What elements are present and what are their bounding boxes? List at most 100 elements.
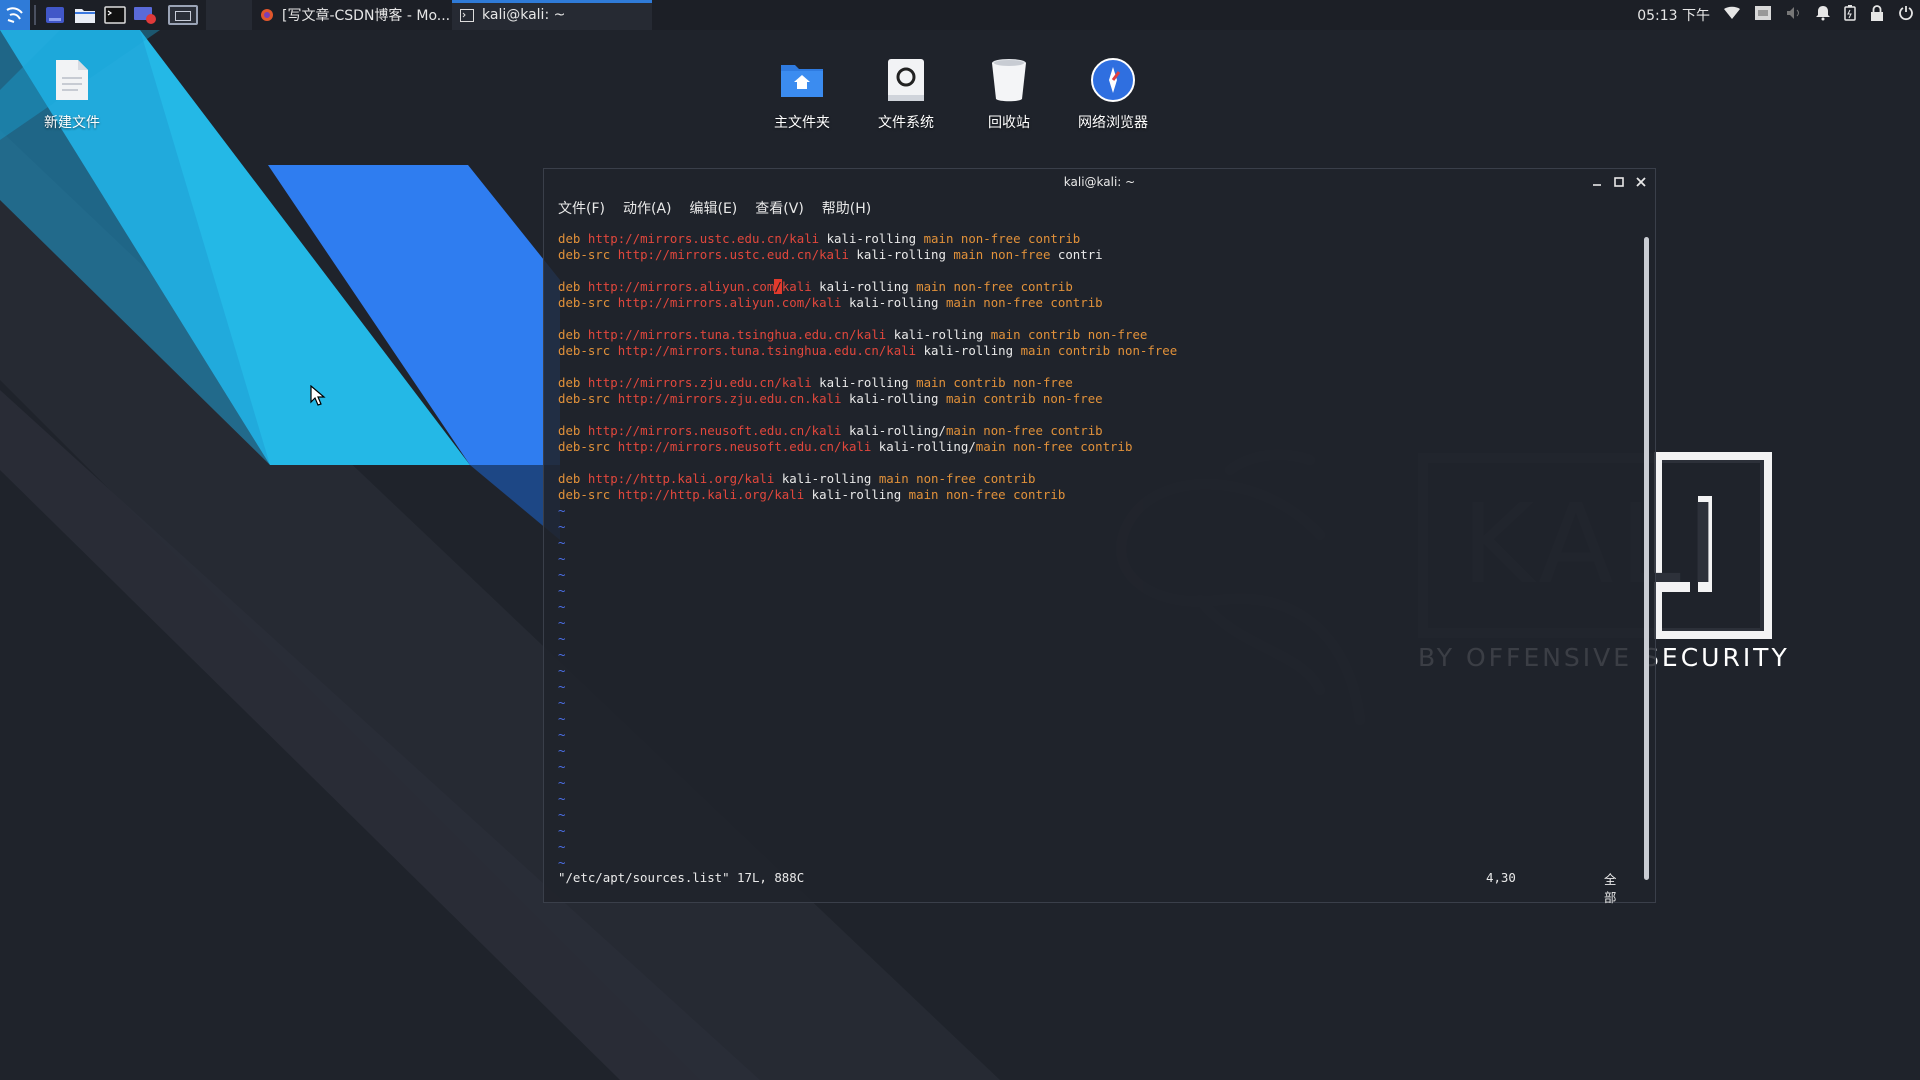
menu-actions[interactable]: 动作(A) bbox=[623, 198, 672, 218]
workspace-2-button[interactable] bbox=[206, 0, 252, 30]
vim-empty-line-marker: ~ bbox=[558, 823, 566, 838]
editor-line: deb-src http://mirrors.aliyun.com/kali k… bbox=[558, 295, 1103, 310]
menu-help[interactable]: 帮助(H) bbox=[822, 198, 871, 218]
editor-line-empty bbox=[558, 263, 1631, 279]
terminal-icon bbox=[460, 8, 474, 22]
vim-empty-line-marker: ~ bbox=[558, 727, 566, 742]
desktop-icon-web-browser[interactable]: 网络浏览器 bbox=[1063, 54, 1163, 132]
system-tray: 05:13 下午 bbox=[1637, 0, 1920, 30]
vim-empty-line-marker: ~ bbox=[558, 663, 566, 678]
desktop-icon-label: 主文件夹 bbox=[774, 115, 830, 131]
terminal-menubar: 文件(F) 动作(A) 编辑(E) 查看(V) 帮助(H) bbox=[544, 195, 1655, 221]
editor-line-empty bbox=[558, 311, 1631, 327]
editor-line: deb-src http://mirrors.tuna.tsinghua.edu… bbox=[558, 343, 1178, 358]
window-title: kali@kali: ~ bbox=[1063, 175, 1136, 189]
kali-menu-button[interactable] bbox=[0, 0, 30, 30]
vim-empty-line-marker: ~ bbox=[558, 599, 566, 614]
desktop-icon-label: 文件系统 bbox=[878, 115, 934, 131]
file-manager-icon[interactable] bbox=[70, 0, 100, 30]
menu-edit[interactable]: 编辑(E) bbox=[690, 198, 738, 218]
minimize-icon[interactable] bbox=[1591, 176, 1603, 188]
editor-line: deb http://mirrors.neusoft.edu.cn/kali k… bbox=[558, 423, 1103, 438]
vim-empty-line-marker: ~ bbox=[558, 695, 566, 710]
vim-empty-line-marker: ~ bbox=[558, 615, 566, 630]
panel-separator bbox=[34, 5, 36, 25]
window-titlebar[interactable]: kali@kali: ~ bbox=[544, 169, 1655, 195]
desktop-icon-new-file[interactable]: 新建文件 bbox=[22, 54, 122, 132]
terminal-scrollbar[interactable] bbox=[1644, 237, 1649, 880]
close-icon[interactable] bbox=[1635, 176, 1647, 188]
maximize-icon[interactable] bbox=[1613, 176, 1625, 188]
power-icon[interactable] bbox=[1898, 5, 1914, 25]
trash-icon bbox=[983, 54, 1035, 106]
terminal-launcher-icon[interactable] bbox=[100, 0, 130, 30]
vim-status-line: "/etc/apt/sources.list" 17L, 888C 4,30 全… bbox=[558, 870, 1616, 905]
vim-empty-line-marker: ~ bbox=[558, 647, 566, 662]
notification-bell-icon[interactable] bbox=[1816, 5, 1830, 25]
desktop-icon-label: 网络浏览器 bbox=[1078, 115, 1148, 131]
editor-line: deb http://mirrors.ustc.edu.cn/kali kali… bbox=[558, 231, 1081, 246]
vim-empty-line-marker: ~ bbox=[558, 535, 566, 550]
vim-empty-line-marker: ~ bbox=[558, 855, 566, 870]
taskbar-item-browser[interactable]: [写文章-CSDN博客 - Mo... bbox=[252, 0, 452, 30]
screen-recorder-icon[interactable] bbox=[130, 0, 160, 30]
desktop-icon-label: 新建文件 bbox=[44, 115, 100, 131]
vim-empty-line-marker: ~ bbox=[558, 791, 566, 806]
vim-empty-line-marker: ~ bbox=[558, 711, 566, 726]
mouse-pointer-icon bbox=[310, 385, 326, 406]
volume-icon[interactable] bbox=[1786, 6, 1802, 24]
document-icon bbox=[46, 54, 98, 106]
empty-buffer-lines: ~ ~ ~ ~ ~ ~ ~ ~ ~ ~ ~ ~ ~ ~ ~ ~ ~ ~ ~ ~ ~ ~ ~ bbox=[558, 503, 1631, 871]
launcher-area bbox=[0, 0, 252, 30]
lock-screen-icon[interactable] bbox=[1870, 5, 1884, 25]
battery-icon[interactable] bbox=[1844, 5, 1856, 25]
top-panel: [写文章-CSDN博客 - Mo... kali@kali: ~ 05:13 下… bbox=[0, 0, 1920, 30]
text-cursor: / bbox=[774, 279, 782, 294]
vim-empty-line-marker: ~ bbox=[558, 839, 566, 854]
desktop-icon-label: 回收站 bbox=[988, 115, 1030, 131]
window-controls bbox=[1591, 169, 1647, 195]
vim-empty-line-marker: ~ bbox=[558, 679, 566, 694]
filesystem-icon bbox=[880, 54, 932, 106]
vim-empty-line-marker: ~ bbox=[558, 551, 566, 566]
terminal-window[interactable]: kali@kali: ~ 文件(F) 动作(A) 编辑(E) 查看(V) 帮助(… bbox=[543, 168, 1656, 905]
editor-line-empty bbox=[558, 407, 1631, 423]
editor-line: deb-src http://http.kali.org/kali kali-r… bbox=[558, 487, 1066, 502]
home-folder-icon bbox=[776, 54, 828, 106]
wifi-icon[interactable] bbox=[1724, 6, 1740, 24]
workspace-1-button[interactable] bbox=[168, 5, 198, 25]
desktop-icon-trash[interactable]: 回收站 bbox=[959, 54, 1059, 132]
vim-empty-line-marker: ~ bbox=[558, 519, 566, 534]
editor-line-empty bbox=[558, 359, 1631, 375]
taskbar-item-label: kali@kali: ~ bbox=[482, 7, 566, 23]
editor-line: deb http://http.kali.org/kali kali-rolli… bbox=[558, 471, 1036, 486]
vim-empty-line-marker: ~ bbox=[558, 631, 566, 646]
status-cursor-position: 4,30 bbox=[1486, 870, 1516, 885]
vim-empty-line-marker: ~ bbox=[558, 503, 566, 518]
desktop-icon-home-folder[interactable]: 主文件夹 bbox=[752, 54, 852, 132]
show-desktop-icon[interactable] bbox=[40, 0, 70, 30]
taskbar-item-label: [写文章-CSDN博客 - Mo... bbox=[282, 8, 451, 24]
editor-line: deb-src http://mirrors.ustc.eud.cn/kali … bbox=[558, 247, 1103, 262]
editor-line: deb http://mirrors.aliyun.com/kali kali-… bbox=[558, 279, 1073, 294]
menu-file[interactable]: 文件(F) bbox=[558, 198, 605, 218]
vim-empty-line-marker: ~ bbox=[558, 567, 566, 582]
menu-view[interactable]: 查看(V) bbox=[755, 198, 804, 218]
firefox-icon bbox=[260, 8, 274, 22]
vim-empty-line-marker: ~ bbox=[558, 807, 566, 822]
clock[interactable]: 05:13 下午 bbox=[1637, 5, 1710, 25]
editor-line: deb http://mirrors.zju.edu.cn/kali kali-… bbox=[558, 375, 1073, 390]
vim-empty-line-marker: ~ bbox=[558, 743, 566, 758]
vim-empty-line-marker: ~ bbox=[558, 759, 566, 774]
editor-line-empty bbox=[558, 455, 1631, 471]
editor-line: deb http://mirrors.tuna.tsinghua.edu.cn/… bbox=[558, 327, 1148, 342]
editor-line: deb-src http://mirrors.neusoft.edu.cn/ka… bbox=[558, 439, 1133, 454]
terminal-text-area[interactable]: deb http://mirrors.ustc.edu.cn/kali kali… bbox=[558, 231, 1631, 902]
desktop-icon-filesystem[interactable]: 文件系统 bbox=[856, 54, 956, 132]
keyboard-layout-icon[interactable] bbox=[1754, 5, 1772, 25]
vim-empty-line-marker: ~ bbox=[558, 583, 566, 598]
editor-line: deb-src http://mirrors.zju.edu.cn.kali k… bbox=[558, 391, 1103, 406]
status-file-info: "/etc/apt/sources.list" 17L, 888C bbox=[558, 870, 805, 885]
taskbar-item-terminal[interactable]: kali@kali: ~ bbox=[452, 0, 652, 30]
status-scroll-position: 全部 bbox=[1604, 872, 1617, 905]
